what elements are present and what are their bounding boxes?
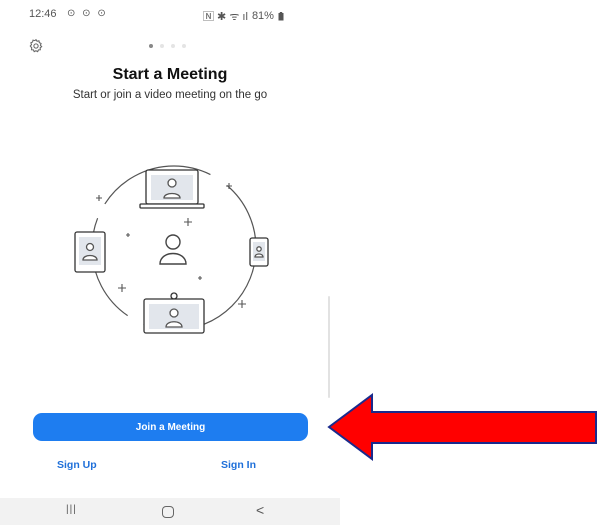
home-button[interactable] [162,506,174,518]
system-nav-bar: ||| < [0,498,340,525]
monitor-icon [143,292,205,334]
page-dot [182,44,186,48]
scrollbar[interactable] [328,296,330,398]
user-icon [159,234,187,265]
meeting-illustration [74,165,269,334]
smartphone-icon [249,237,269,267]
system-icons: 🄽 ✱ ᯤ ıl [203,11,248,23]
page-dot [149,44,153,48]
page-indicator [149,44,186,48]
back-button[interactable]: < [256,502,264,518]
battery-percentage: 81% [251,10,274,22]
sign-up-link[interactable]: Sign Up [57,459,97,471]
gear-icon[interactable] [28,38,44,54]
notification-icons: ⊙ ⊙ ⊙ [67,8,108,19]
page-dot [171,44,175,48]
recent-apps-button[interactable]: ||| [66,504,77,515]
sign-in-link[interactable]: Sign In [221,459,256,471]
status-indicators: 🄽 ✱ ᯤ ıl 81% [203,8,284,24]
laptop-icon [139,169,205,209]
status-time: 12:46 [29,8,57,20]
page-title: Start a Meeting [112,66,228,83]
red-arrow-annotation [327,393,597,461]
join-meeting-button[interactable]: Join a Meeting [33,413,308,441]
page-dot [160,44,164,48]
phone-screen: 12:46 ⊙ ⊙ ⊙ 🄽 ✱ ᯤ ıl 81% Start a Meeting… [0,0,340,525]
page-subtitle: Start or join a video meeting on the go [72,89,268,101]
status-bar: 12:46 ⊙ ⊙ ⊙ 🄽 ✱ ᯤ ıl 81% [0,0,340,28]
battery-icon [278,11,284,20]
tablet-icon [74,231,106,273]
